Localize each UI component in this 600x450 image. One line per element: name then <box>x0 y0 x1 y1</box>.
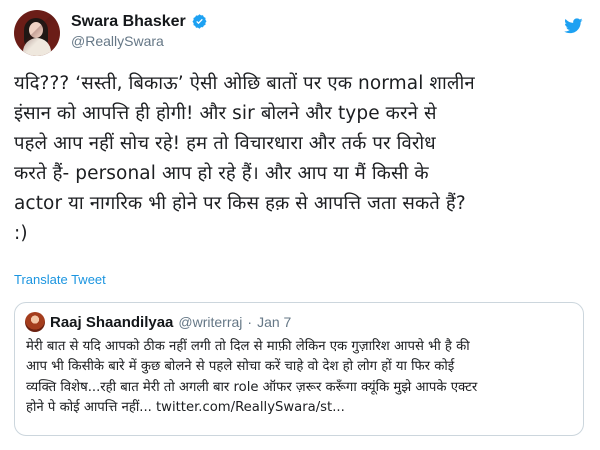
tweet-header: Swara Bhasker @ReallySwara <box>14 10 586 64</box>
quoted-tweet-body: मेरी बात से यदि आपको ठीक नहीं लगी तो दिल… <box>26 337 571 418</box>
tweet-text-line: करते हैं- personal आप हो रहे हैं। और आप … <box>14 163 429 184</box>
tweet-text-line: :) <box>14 223 28 244</box>
quoted-tweet-date[interactable]: Jan 7 <box>257 314 291 330</box>
author-name-block: Swara Bhasker @ReallySwara <box>71 13 208 49</box>
tweet-text-line: यदि??? ‘सस्ती, बिकाऊ’ ऐसी ओछि बातों पर ए… <box>14 73 475 94</box>
quoted-author-handle[interactable]: @writerraj <box>178 314 242 330</box>
tweet-text-line: इंसान को आपत्ति ही होगी! और sir बोलने और… <box>14 103 437 124</box>
quoted-tweet-header: Raaj Shaandilyaa @writerraj · Jan 7 <box>25 312 291 332</box>
quoted-text-line: आप भी किसीके बारे में कुछ बोलने से पहले … <box>26 359 455 375</box>
translate-tweet-link[interactable]: Translate Tweet <box>14 272 106 287</box>
display-name-row: Swara Bhasker <box>71 13 208 31</box>
quoted-author-display-name[interactable]: Raaj Shaandilyaa <box>50 314 173 331</box>
twitter-bird-icon[interactable] <box>562 16 584 36</box>
tweet-screenshot: Swara Bhasker @ReallySwara यदि??? ‘सस्ती… <box>0 0 600 450</box>
avatar-shadow <box>14 10 60 56</box>
author-handle[interactable]: @ReallySwara <box>71 33 208 49</box>
quoted-author-avatar[interactable] <box>25 312 45 332</box>
quoted-text-line: होने पे कोई आपत्ति नहीं... twitter.com/R… <box>26 399 345 415</box>
quoted-date-separator: · <box>247 314 253 330</box>
quoted-tweet-card[interactable]: Raaj Shaandilyaa @writerraj · Jan 7 मेरी… <box>14 302 584 436</box>
tweet-text-line: पहले आप नहीं सोच रहे! हम तो विचारधारा और… <box>14 133 436 154</box>
quoted-text-line: व्यक्ति विशेष...रही बात मेरी तो अगली बार… <box>26 379 478 395</box>
quoted-text-line: मेरी बात से यदि आपको ठीक नहीं लगी तो दिल… <box>26 339 470 354</box>
verified-badge-icon <box>191 13 208 30</box>
tweet-text-line: actor या नागरिक भी होने पर किस हक़ से आप… <box>14 193 466 214</box>
author-avatar[interactable] <box>14 10 60 56</box>
tweet-body: यदि??? ‘सस्ती, बिकाऊ’ ऐसी ओछि बातों पर ए… <box>14 69 589 249</box>
author-display-name[interactable]: Swara Bhasker <box>71 13 186 31</box>
